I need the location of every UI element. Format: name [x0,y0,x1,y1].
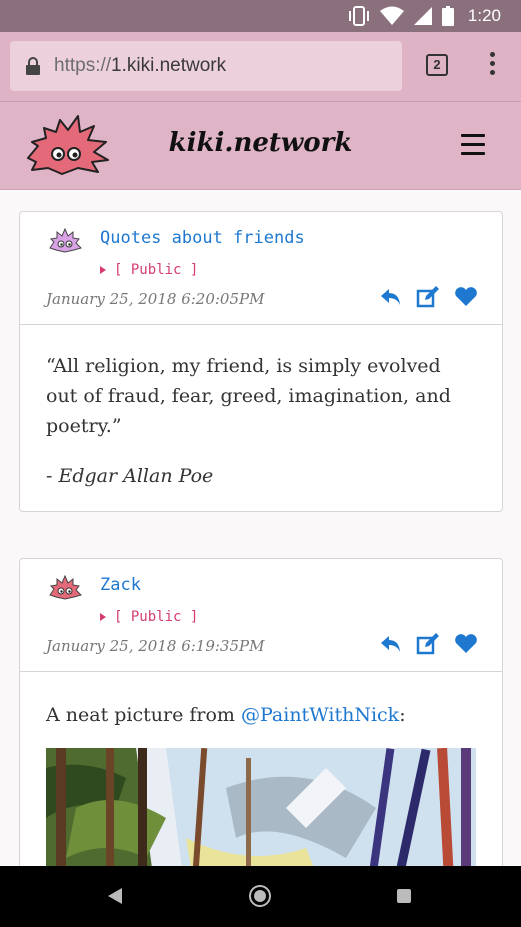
wifi-icon [379,6,404,25]
hamburger-menu-icon[interactable] [461,134,485,156]
visibility-toggle[interactable]: [ Public ] [100,609,198,625]
site-header: kiki.network [0,102,521,190]
post-timestamp[interactable]: January 25, 2018 6:20:05PM [46,290,264,308]
url-text[interactable]: https://1.kiki.network [54,55,226,77]
post-header: Zack [ Public ] January 25, 2018 6:19:35… [20,559,502,672]
post-body: “All religion, my friend, is simply evol… [20,325,502,511]
battery-icon [441,6,454,26]
reply-icon[interactable] [380,634,402,654]
back-icon[interactable] [108,888,122,904]
quote-text: “All religion, my friend, is simply evol… [46,355,451,437]
caret-right-icon [100,266,106,274]
edit-icon[interactable] [416,633,440,655]
browser-toolbar: https://1.kiki.network 2 [0,32,521,102]
home-icon[interactable] [249,885,271,907]
post-card: Zack [ Public ] January 25, 2018 6:19:35… [19,558,503,866]
post-header: Quotes about friends [ Public ] January … [20,212,502,325]
quote-attribution: - Edgar Allan Poe [46,465,214,487]
status-bar: 1:20 [0,0,521,32]
edit-icon[interactable] [416,286,440,308]
vibrate-icon [348,6,369,26]
recent-apps-icon[interactable] [397,889,411,903]
reply-icon[interactable] [380,287,402,307]
post-actions [380,286,478,308]
avatar-icon[interactable] [48,228,82,254]
post-author-link[interactable]: Quotes about friends [100,228,305,248]
site-title[interactable]: kiki.network [0,128,521,158]
clock: 1:20 [467,6,501,25]
post-feed: Quotes about friends [ Public ] January … [0,190,521,866]
caret-right-icon [100,613,106,621]
visibility-toggle[interactable]: [ Public ] [100,262,198,278]
lock-icon [26,57,40,75]
post-author-link[interactable]: Zack [100,575,141,595]
signal-icon [413,7,432,25]
system-nav-bar [0,866,521,927]
heart-icon[interactable] [454,287,478,307]
post-image[interactable] [46,748,476,866]
address-bar[interactable]: https://1.kiki.network [10,41,402,91]
post-text: A neat picture from @PaintWithNick: [46,704,406,726]
tab-switcher-button[interactable]: 2 [426,54,448,76]
post-actions [380,633,478,655]
post-card: Quotes about friends [ Public ] January … [19,211,503,512]
mention-link[interactable]: @PaintWithNick [241,704,399,726]
avatar-icon[interactable] [48,575,82,601]
post-body: A neat picture from @PaintWithNick: [20,672,502,866]
forest-painting-image [46,748,476,866]
heart-icon[interactable] [454,634,478,654]
browser-menu-button[interactable] [482,52,502,80]
post-timestamp[interactable]: January 25, 2018 6:19:35PM [46,637,264,655]
